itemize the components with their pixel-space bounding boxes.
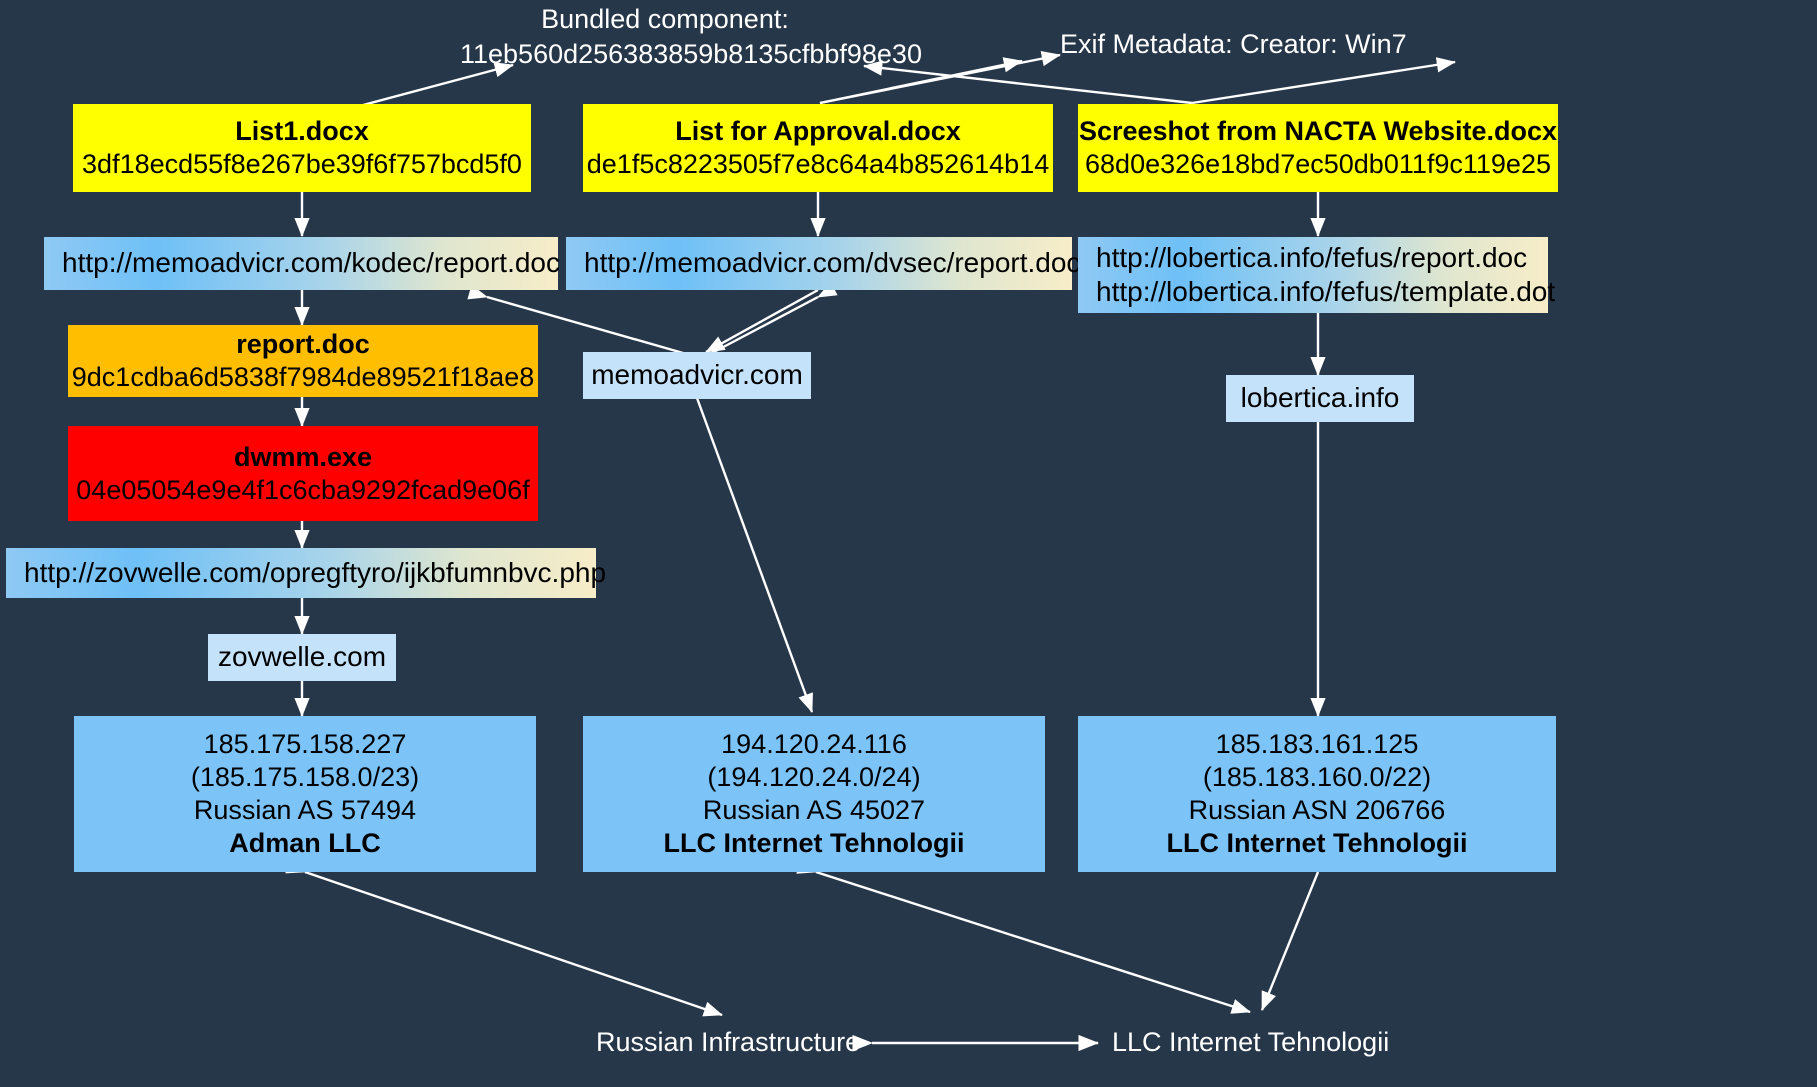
payload-node-dwmm-exe[interactable]: dwmm.exe 04e05054e9e4f1c6cba9292fcad9e06…	[68, 426, 538, 521]
annotation-llc-label: LLC Internet Tehnologii	[1112, 1027, 1390, 1057]
annotation-bundled-line1: Bundled component:	[541, 4, 789, 34]
annotation-bundled-line2: 11eb560d256383859b8135cfbbf98e30	[460, 39, 922, 70]
domain-name: zovwelle.com	[217, 641, 387, 673]
document-name: List1.docx	[235, 116, 369, 147]
edge-host-206766-llc	[1260, 852, 1332, 1011]
host-ip: 194.120.24.116	[721, 729, 907, 760]
payload-name: report.doc	[236, 329, 370, 360]
host-asn: Russian ASN 206766	[1188, 795, 1446, 825]
host-ip: 185.183.161.125	[1215, 729, 1419, 760]
url-text-report: http://lobertica.info/fefus/report.doc	[1096, 241, 1528, 273]
threat-infrastructure-diagram: Bundled component: 11eb560d256383859b813…	[0, 0, 1817, 1087]
host-cidr: (185.183.160.0/22)	[1202, 762, 1432, 793]
host-node-206766[interactable]: 185.183.161.125 (185.183.160.0/22) Russi…	[1078, 716, 1556, 872]
host-org: Adman LLC	[229, 827, 381, 858]
payload-hash: 04e05054e9e4f1c6cba9292fcad9e06f	[76, 474, 530, 505]
edge-approval-exif	[1191, 57, 1456, 105]
document-name: List for Approval.docx	[675, 116, 961, 147]
annotation-russian-infrastructure: Russian Infrastructure	[596, 1025, 876, 1060]
host-node-adman[interactable]: 185.175.158.227 (185.175.158.0/23) Russi…	[74, 716, 536, 872]
url-text-template: http://lobertica.info/fefus/template.dot	[1096, 276, 1556, 307]
edge-memoadvicr-host	[683, 378, 814, 713]
domain-name: memoadvicr.com	[591, 359, 803, 391]
url-node-zovwelle[interactable]: http://zovwelle.com/opregftyro/ijkbfumnb…	[6, 548, 606, 598]
host-org: LLC Internet Tehnologii	[1166, 827, 1468, 858]
document-node-list1[interactable]: List1.docx 3df18ecd55f8e267be39f6f757bcd…	[73, 104, 531, 192]
payload-hash: 9dc1cdba6d5838f7984de89521f18ae8	[71, 362, 535, 392]
payload-name: dwmm.exe	[233, 441, 373, 472]
url-text: http://zovwelle.com/opregftyro/ijkbfumnb…	[24, 556, 607, 588]
annotation-exif-metadata: Exif Metadata: Creator: Win7	[1060, 27, 1460, 62]
edge-url-dvsec-memoadvicr	[705, 288, 819, 354]
host-asn: Russian AS 57494	[193, 795, 417, 825]
domain-node-memoadvicr[interactable]: memoadvicr.com	[583, 352, 811, 399]
url-node-memoadvicr-dvsec[interactable]: http://memoadvicr.com/dvsec/report.doc	[566, 237, 1080, 290]
document-node-list-for-approval[interactable]: List for Approval.docx de1f5c8223505f7e8…	[583, 104, 1053, 192]
annotation-exif-line1: Exif Metadata: Creator: Win7	[1060, 29, 1407, 59]
document-hash: 68d0e326e18bd7ec50db011f9c119e25	[1085, 149, 1551, 179]
host-node-45027[interactable]: 194.120.24.116 (194.120.24.0/24) Russian…	[583, 716, 1045, 872]
url-text: http://memoadvicr.com/dvsec/report.doc	[584, 247, 1081, 279]
edge-url-dvsec-memoadvicr-2	[711, 281, 838, 355]
document-hash: 3df18ecd55f8e267be39f6f757bcd5f0	[82, 149, 522, 179]
domain-node-lobertica[interactable]: lobertica.info	[1226, 375, 1414, 422]
domain-name: lobertica.info	[1240, 382, 1400, 414]
url-text: http://memoadvicr.com/kodec/report.doc	[62, 247, 560, 279]
url-node-lobertica[interactable]: http://lobertica.info/fefus/report.doc h…	[1078, 237, 1555, 313]
domain-node-zovwelle[interactable]: zovwelle.com	[208, 634, 396, 681]
document-name: Screeshot from NACTA Website.docx	[1078, 116, 1558, 147]
annotation-llc-internet-tehnologii: LLC Internet Tehnologii	[1112, 1025, 1442, 1060]
host-ip: 185.175.158.227	[203, 729, 407, 760]
host-org: LLC Internet Tehnologii	[663, 827, 965, 858]
host-cidr: (194.120.24.0/24)	[707, 762, 921, 793]
url-node-memoadvicr-kodec[interactable]: http://memoadvicr.com/kodec/report.doc	[44, 237, 560, 290]
document-hash: de1f5c8223505f7e8c64a4b852614b14	[586, 149, 1050, 179]
payload-node-report-doc[interactable]: report.doc 9dc1cdba6d5838f7984de89521f18…	[68, 325, 538, 397]
annotation-bundled-component: Bundled component: 11eb560d256383859b813…	[460, 2, 922, 72]
document-node-screeshot-nacta[interactable]: Screeshot from NACTA Website.docx 68d0e3…	[1078, 104, 1558, 192]
edge-host-adman-russian	[285, 858, 723, 1017]
edge-approval-bundled	[863, 60, 1193, 105]
edge-host-45027-llc	[796, 859, 1251, 1014]
annotation-russian-infrastructure-label: Russian Infrastructure	[596, 1027, 861, 1057]
host-cidr: (185.175.158.0/23)	[190, 762, 420, 793]
host-asn: Russian AS 45027	[702, 795, 926, 825]
